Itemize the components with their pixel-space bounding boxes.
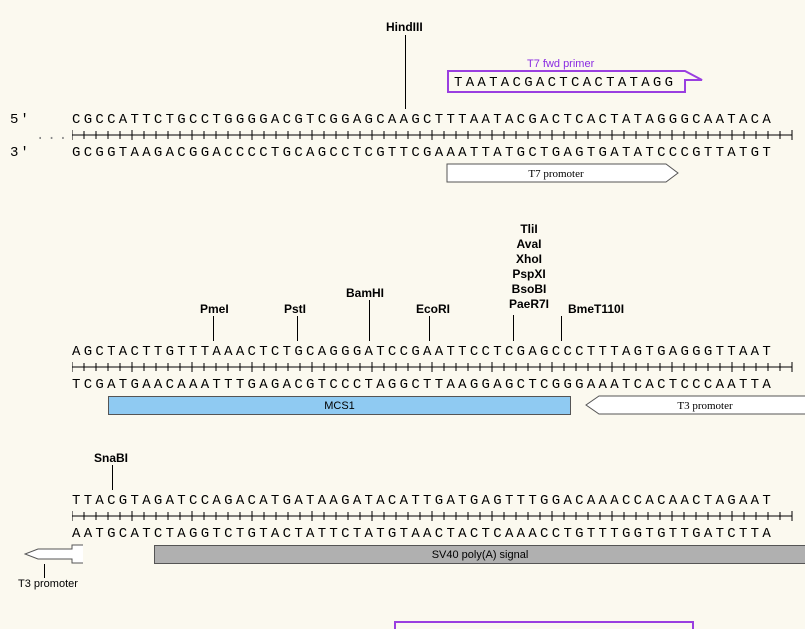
label-3prime: 3' (10, 145, 31, 161)
feature-t7-promoter: T7 promoter (446, 163, 681, 183)
ruler-block1 (72, 129, 804, 141)
enzyme-tick-ecori (429, 316, 430, 341)
enzyme-bamhi: BamHI (346, 286, 384, 300)
seq-block2-top: AGCTACTTGTTTAAACTCTGCAGGGATCCGAATTCCTCGA… (72, 344, 774, 360)
feature-label-t3-promoter: T3 promoter (18, 578, 78, 590)
enzyme-pmei: PmeI (200, 302, 229, 316)
ruler-block3 (72, 510, 804, 522)
seq-block1-bot: GCGGTAAGACGGACCCCTGCAGCCTCGTTCGAAATTATGC… (72, 145, 774, 161)
primer-seq-t7fwd: TAATACGACTCACTATAGG (454, 75, 676, 91)
enzyme-snabi: SnaBI (94, 451, 128, 465)
seq-block2-bot: TCGATGAACAAATTTGAGACGTCCCTAGGCTTAAGGAGCT… (72, 377, 774, 393)
enzyme-tick-psti (297, 316, 298, 341)
ruler-block2 (72, 361, 804, 373)
enzyme-stack-xho: TliI AvaI XhoI PspXI BsoBI PaeR7I (499, 222, 559, 312)
enzyme-tick-bamhi (369, 300, 370, 341)
svg-text:T3 promoter: T3 promoter (677, 400, 733, 412)
primer-label-t7fwd: T7 fwd primer (527, 58, 594, 70)
label-5prime: 5' (10, 112, 31, 128)
seq-block3-top: TTACGTAGATCCAGACATGATAAGATACATTGATGAGTTT… (72, 493, 774, 509)
enzyme-ecori: EcoRI (416, 302, 450, 316)
feature-t3-tick (44, 564, 45, 578)
enzyme-tick-pmei (213, 316, 214, 341)
primer-outline-bottom (394, 621, 694, 629)
feature-sv40-polya: SV40 poly(A) signal (154, 545, 805, 564)
enzyme-tick-snabi (112, 465, 113, 490)
ellipsis-left: ... (36, 128, 70, 144)
feature-t3-promoter-tail (24, 544, 84, 564)
enzyme-tick-xho (513, 315, 514, 341)
enzyme-hindiii: HindIII (386, 20, 423, 34)
svg-text:T7 promoter: T7 promoter (528, 168, 584, 180)
enzyme-tick-hindiii (405, 35, 406, 109)
enzyme-tick-bmet110i (561, 316, 562, 341)
seq-block3-bot: AATGCATCTAGGTCTGTACTATTCTATGTAACTACTCAAA… (72, 526, 774, 542)
feature-t3-promoter-b2: T3 promoter (585, 395, 805, 415)
feature-mcs1: MCS1 (108, 396, 571, 415)
enzyme-bmet110i: BmeT110I (568, 302, 624, 316)
seq-block1-top: CGCCATTCTGCCTGGGGACGTCGGAGCAAGCTTTAATACG… (72, 112, 774, 128)
enzyme-psti: PstI (284, 302, 306, 316)
